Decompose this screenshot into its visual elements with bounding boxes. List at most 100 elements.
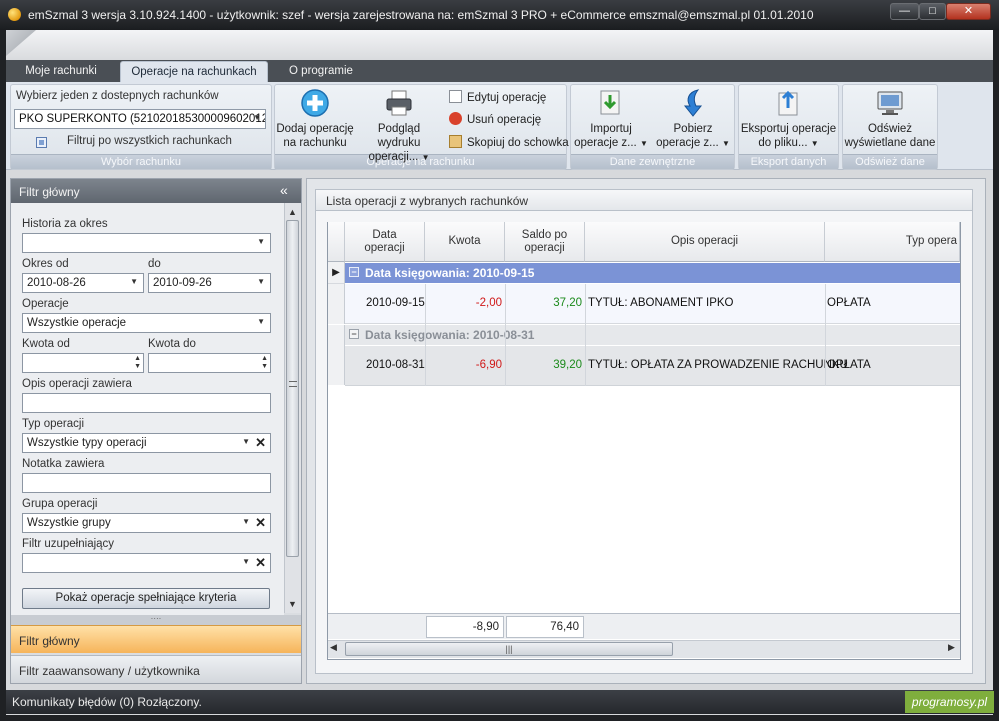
amount-from-input[interactable]: ▲ ▼ xyxy=(22,353,144,373)
group-value: Wszystkie grupy xyxy=(27,517,111,529)
collapse-icon[interactable]: « xyxy=(280,182,288,198)
totals-row xyxy=(328,613,960,639)
table-row[interactable]: 2010-08-31 -6,90 39,20 TYTUŁ: OPŁATA ZA … xyxy=(345,346,960,386)
nav-main-filter[interactable]: Filtr główny xyxy=(11,625,301,653)
app-icon xyxy=(8,8,21,21)
table-row[interactable]: 2010-09-15 -2,00 37,20 TYTUŁ: ABONAMENT … xyxy=(345,284,960,324)
add-plus-icon xyxy=(300,88,330,118)
operations-value: Wszystkie operacje xyxy=(27,317,127,329)
column-header-type[interactable]: Typ opera xyxy=(825,222,960,262)
operations-select[interactable]: Wszystkie operacje ▼ xyxy=(22,313,271,333)
print-preview-button[interactable]: Podgląd wydruku operacji... ▼ xyxy=(356,88,442,165)
minimize-button[interactable]: — xyxy=(890,3,919,20)
chevron-down-icon: ▼ xyxy=(130,277,138,286)
scroll-down-icon[interactable]: ▼ xyxy=(284,596,301,612)
import-icon xyxy=(596,88,626,118)
row-indicator-header xyxy=(328,222,345,262)
quick-access-bar xyxy=(6,30,993,60)
group-select[interactable]: Wszystkie grupy ▼ ✕ xyxy=(22,513,271,533)
clear-icon[interactable]: ✕ xyxy=(255,515,266,531)
clear-icon[interactable]: ✕ xyxy=(255,435,266,451)
column-header-amount[interactable]: Kwota xyxy=(425,222,505,262)
group-label: Dane zewnętrzne xyxy=(571,154,734,169)
panel-splitter[interactable]: ···· xyxy=(11,615,301,625)
chevron-down-icon: ▼ xyxy=(242,557,250,566)
refresh-data-button[interactable]: Odśwież wyświetlane dane xyxy=(843,88,937,150)
note-input[interactable] xyxy=(22,473,271,493)
copy-to-clipboard-button[interactable]: Skopiuj do schowka xyxy=(449,135,569,149)
spinner-icon[interactable]: ▲ ▼ xyxy=(261,355,268,371)
collapse-group-icon[interactable]: − xyxy=(349,329,359,339)
period-to-value: 2010-09-26 xyxy=(153,277,212,289)
cell-amount: -2,00 xyxy=(475,297,502,309)
clipboard-icon xyxy=(449,135,462,148)
column-header-description[interactable]: Opis operacji xyxy=(585,222,825,262)
amount-to-input[interactable]: ▲ ▼ xyxy=(148,353,271,373)
chevron-down-icon: ▼ xyxy=(253,113,261,122)
copy-to-clipboard-label: Skopiuj do schowka xyxy=(467,137,569,149)
scroll-right-icon[interactable]: ▶ xyxy=(948,642,955,653)
cell-type: OPŁATA xyxy=(827,297,871,309)
status-bar: Komunikaty błędów (0) Rozłączony. xyxy=(6,690,993,714)
group-row-2010-08-31[interactable]: − Data księgowania: 2010-08-31 xyxy=(345,325,960,345)
chevron-down-icon: ▼ xyxy=(257,277,265,286)
scroll-left-icon[interactable]: ◀ xyxy=(330,642,337,653)
clear-icon[interactable]: ✕ xyxy=(255,555,266,571)
chevron-down-icon: ▼ xyxy=(421,153,430,162)
export-label-2: do pliku... ▼ xyxy=(758,137,819,149)
scroll-up-icon[interactable]: ▲ xyxy=(284,204,301,220)
period-to-date[interactable]: 2010-09-26 ▼ xyxy=(148,273,271,293)
delete-operation-button[interactable]: Usuń operację xyxy=(449,112,541,126)
column-header-date[interactable]: Data operacji xyxy=(345,222,425,262)
period-from-value: 2010-08-26 xyxy=(27,277,86,289)
column-header-balance[interactable]: Saldo po operacji xyxy=(505,222,585,262)
grip-icon xyxy=(289,381,297,387)
tab-o-programie[interactable]: O programie xyxy=(283,61,359,82)
nav-advanced-filter[interactable]: Filtr zaawansowany / użytkownika xyxy=(11,655,301,683)
collapse-group-icon[interactable]: − xyxy=(349,267,359,277)
chevron-down-icon: ▼ xyxy=(721,139,730,148)
import-operations-button[interactable]: Importuj operacje z... ▼ xyxy=(573,88,649,151)
description-input[interactable] xyxy=(22,393,271,413)
operations-label: Operacje xyxy=(22,298,69,310)
spinner-icon[interactable]: ▲ ▼ xyxy=(134,355,141,371)
period-from-label: Okres od xyxy=(22,258,69,270)
type-select[interactable]: Wszystkie typy operacji ▼ ✕ xyxy=(22,433,271,453)
group-label: Odśwież dane xyxy=(843,154,937,169)
edit-operation-button[interactable]: Edytuj operację xyxy=(449,90,546,104)
extra-filter-select[interactable]: ▼ ✕ xyxy=(22,553,271,573)
cell-balance: 37,20 xyxy=(553,297,582,309)
printer-icon xyxy=(384,88,414,118)
history-select[interactable]: ▼ xyxy=(22,233,271,253)
add-operation-button[interactable]: Dodaj operację na rachunku xyxy=(276,88,354,150)
tab-moje-rachunki[interactable]: Moje rachunki xyxy=(20,61,102,82)
export-operations-button[interactable]: Eksportuj operacje do pliku... ▼ xyxy=(740,88,837,151)
print-preview-label-2: operacji... ▼ xyxy=(368,151,430,163)
maximize-button[interactable]: □ xyxy=(919,3,946,20)
delete-operation-label: Usuń operację xyxy=(467,114,542,126)
note-label: Notatka zawiera xyxy=(22,458,105,470)
amount-to-label: Kwota do xyxy=(148,338,196,350)
window-title: emSzmal 3 wersja 3.10.924.1400 - użytkow… xyxy=(28,8,814,22)
close-button[interactable]: ✕ xyxy=(946,3,991,20)
fetch-operations-button[interactable]: Pobierz operacje z... ▼ xyxy=(653,88,733,151)
cell-type: OPŁATA xyxy=(827,359,871,371)
grid-scroll-thumb[interactable]: ||| xyxy=(345,642,673,656)
import-label-2: operacje z... ▼ xyxy=(574,137,648,149)
filter-scroll-thumb[interactable] xyxy=(286,220,299,557)
history-label: Historia za okres xyxy=(22,218,108,230)
cell-balance: 39,20 xyxy=(553,359,582,371)
chevron-down-icon: ▼ xyxy=(257,237,265,246)
monitor-icon xyxy=(875,88,905,118)
chevron-down-icon: ▼ xyxy=(639,139,648,148)
filter-all-checkbox[interactable] xyxy=(36,137,47,148)
tab-operacje-na-rachunkach[interactable]: Operacje na rachunkach xyxy=(120,61,268,82)
cell-date: 2010-08-31 xyxy=(366,359,425,371)
group-row-2010-09-15[interactable]: − Data księgowania: 2010-09-15 xyxy=(345,263,960,283)
edit-document-icon xyxy=(449,90,462,103)
period-from-date[interactable]: 2010-08-26 ▼ xyxy=(22,273,144,293)
type-value: Wszystkie typy operacji xyxy=(27,437,147,449)
column-divider xyxy=(505,284,506,386)
account-select[interactable]: PKO SUPERKONTO (5210201853000096020129..… xyxy=(14,109,266,129)
show-operations-button[interactable]: Pokaż operacje spełniające kryteria xyxy=(22,588,270,609)
